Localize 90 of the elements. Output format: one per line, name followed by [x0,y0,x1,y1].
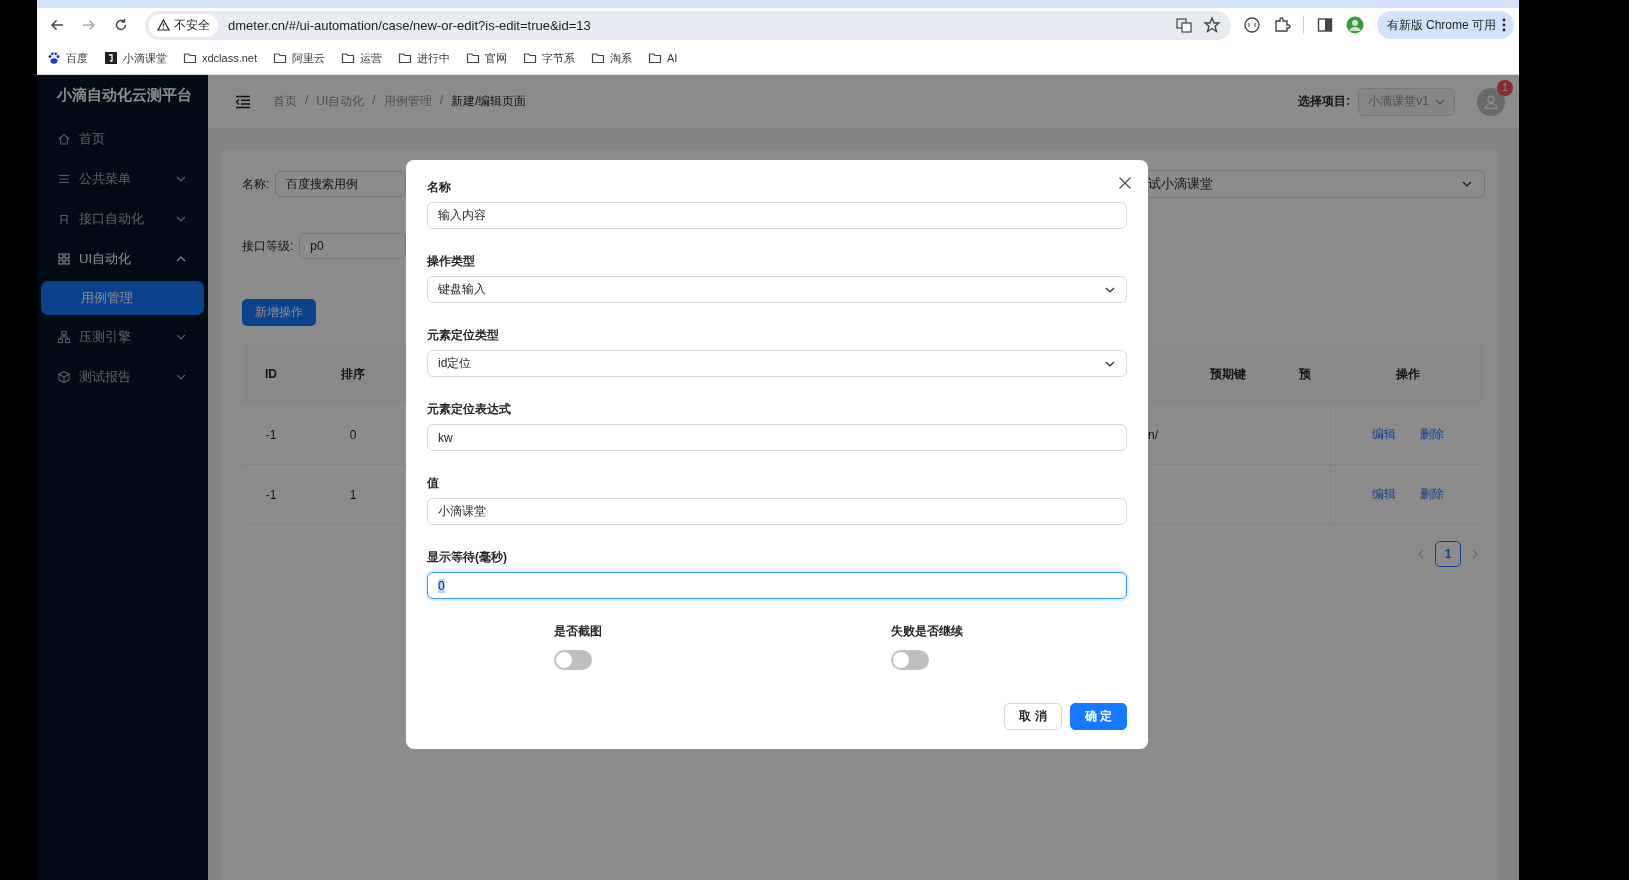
folder-icon [273,51,288,65]
confirm-button[interactable]: 确 定 [1069,703,1127,730]
select-field[interactable]: 键盘输入 [427,276,1127,303]
input-field[interactable]: kw [427,424,1127,451]
forward-arrow-icon [82,18,96,32]
sidebar-item[interactable]: UI自动化 [37,239,208,279]
breadcrumb-separator: / [372,93,376,109]
table-cell-text: n/ [1148,427,1159,442]
table-cell-text: 0 [348,427,358,442]
toggle-switch[interactable] [554,650,592,670]
input-field[interactable]: 输入内容 [427,202,1127,229]
name-field[interactable]: 百度搜索用例 [275,171,406,197]
puzzle-icon[interactable] [1273,16,1291,34]
column-header: 操作 [1396,365,1420,383]
field-label: 显示等待(毫秒) [427,549,507,566]
folder-icon [523,51,538,65]
update-chip[interactable]: 有新版 Chrome 可用 [1376,11,1514,39]
bookmark-link[interactable]: 字节系 [542,50,576,66]
bookmark-link[interactable]: xdclass.net [202,52,258,64]
table-cell-text: 1 [348,487,358,502]
field-label: 名称 [427,179,451,196]
field-label: 接口等级: [242,237,294,255]
field-label: 操作类型 [427,253,475,270]
switch-label: 是否截图 [554,623,602,640]
security-chip[interactable]: 不安全 [149,13,218,37]
url-text: dmeter.cn/#/ui-automation/case/new-or-edit?is-edit=true&id=13 [228,17,592,33]
breadcrumb-separator: / [305,93,309,109]
select-field[interactable]: id定位 [427,350,1127,377]
reload-icon [114,18,128,32]
more-icon[interactable] [1502,18,1506,32]
star-icon[interactable] [1203,16,1221,34]
back-arrow-icon [50,18,64,32]
column-header: ID [264,367,278,381]
field-label: 名称: [242,175,270,193]
select-field[interactable]: 试小滴课堂 [1148,170,1485,198]
dropdown-icon [1462,181,1472,187]
switch-label: 失败是否继续 [891,623,963,640]
field-label: 元素定位类型 [427,327,499,344]
breadcrumb-current: 新建/编辑页面 [451,93,527,110]
dropdown-icon [1105,360,1115,367]
warning-icon [157,19,170,31]
sidebar-item[interactable]: 接口自动化 [37,199,208,239]
toggle-switch[interactable] [891,650,929,670]
bookmark-link[interactable]: AI [667,52,678,64]
dropdown-icon [1435,98,1445,105]
column-header: 预 [1298,365,1312,383]
folder-icon [183,51,197,65]
profile-avatar-icon[interactable] [1346,16,1364,34]
column-header: 排序 [340,365,366,383]
folder-icon [591,51,606,65]
paw-icon [47,51,61,65]
sidebar-item[interactable]: 压测引擎 [37,317,208,357]
notification-badge: 1 [1497,79,1513,96]
translate-icon[interactable] [1175,16,1193,34]
bookmark-link[interactable]: 小滴课堂 [123,50,167,66]
bookmark-link[interactable]: 官网 [485,50,508,66]
close-icon[interactable] [1118,176,1132,190]
side-panel-icon[interactable] [1316,16,1334,34]
project-label: 选择项目: [1298,93,1351,110]
bookmark-link[interactable]: 运营 [360,50,383,66]
field-label: 值 [427,475,439,492]
cancel-button[interactable]: 取 消 [1004,703,1062,730]
breadcrumb-separator: / [439,93,444,109]
update-text: 有新版 Chrome 可用 [1386,16,1496,34]
sidebar-item[interactable]: 测试报告 [37,357,208,397]
table-cell-text: -1 [264,487,278,502]
folder-icon [341,51,356,65]
extension-circle-icon[interactable] [1243,16,1261,34]
user-avatar[interactable] [1477,87,1505,116]
bookmark-link[interactable]: 淘系 [610,50,633,66]
input-field[interactable]: 小滴课堂 [427,498,1127,525]
folder-icon [398,51,413,65]
folder-icon [466,51,481,65]
menu-fold-icon[interactable] [235,94,251,109]
column-header: 预期键 [1208,365,1247,383]
bookmark-link[interactable]: 进行中 [417,50,451,66]
app-title: 小滴自动化云测平台 [56,84,193,105]
field-label: 元素定位表达式 [427,401,511,418]
site-logo-icon [104,51,118,65]
grid-icon [57,252,71,266]
dropdown-icon [1105,286,1115,293]
address-bar[interactable]: 不安全 dmeter.cn/#/ui-automation/case/new-or-edit?is-edit=true&id=13 [145,10,1231,40]
table-cell-text: -1 [264,427,278,442]
sidebar-item[interactable]: 首页 [37,119,208,159]
bookmark-link[interactable]: 阿里云 [292,50,326,66]
input-field[interactable]: 0 [427,572,1127,599]
chevron-up-icon [176,256,186,262]
folder-icon [648,51,663,65]
sidebar-item[interactable]: 公共菜单 [37,159,208,199]
bookmark-link[interactable]: 百度 [66,50,88,66]
